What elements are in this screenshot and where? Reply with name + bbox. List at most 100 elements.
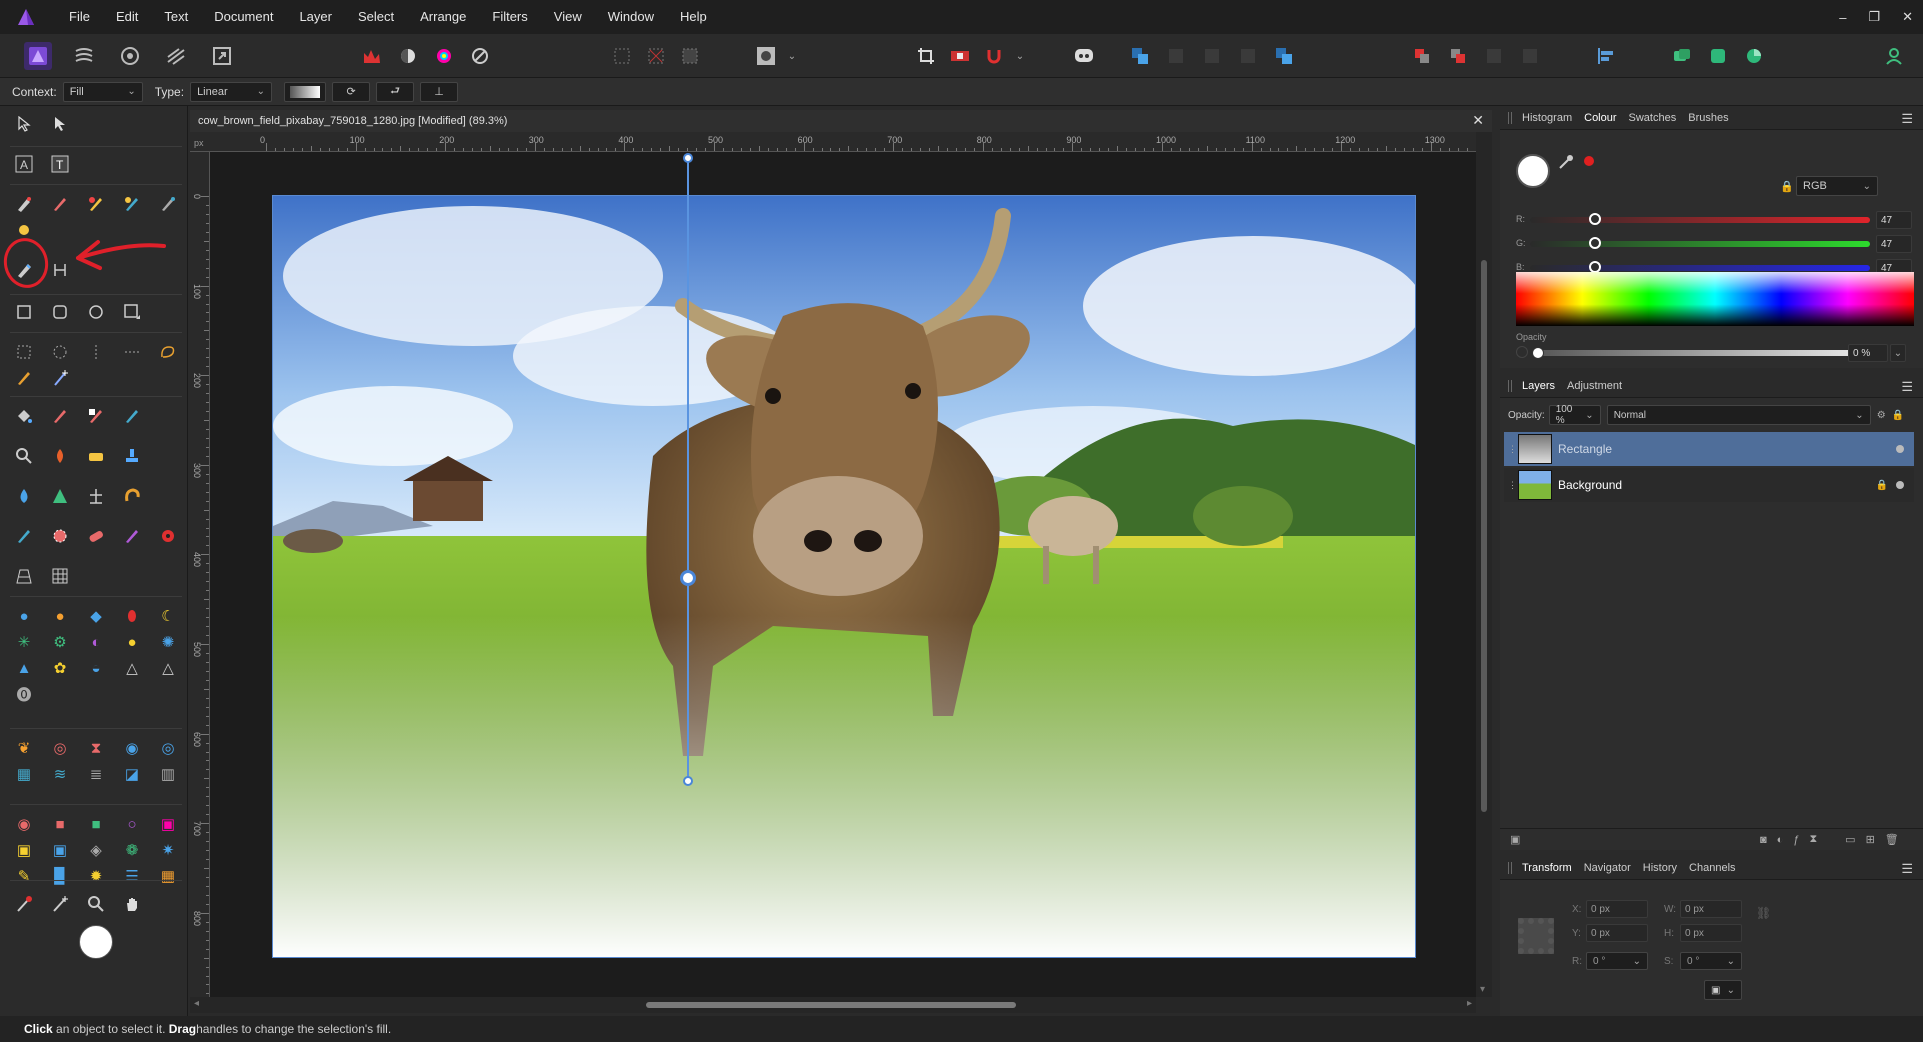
channel-value-field[interactable]: 47 [1876, 235, 1912, 253]
frame-text-tool-icon[interactable]: T [46, 150, 74, 178]
shear-field[interactable]: 0 ° [1680, 952, 1742, 970]
rectangle-tool-icon[interactable] [10, 298, 38, 326]
type-dropdown[interactable]: Linear [190, 81, 273, 102]
menu-filters[interactable]: Filters [479, 0, 540, 34]
layer-visibility-icon[interactable] [1896, 481, 1904, 489]
tab-transform[interactable]: Transform [1522, 862, 1572, 874]
layer-lock-icon[interactable]: 🔒 [1892, 410, 1904, 421]
rounded-rectangle-tool-icon[interactable] [46, 298, 74, 326]
panel-grip-icon[interactable] [1508, 862, 1512, 874]
lines-tool-icon[interactable]: ≣ [82, 760, 110, 788]
w-field[interactable]: 0 px [1680, 900, 1742, 918]
gradient-position-button[interactable]: ⊥ [420, 81, 459, 102]
rotation-field[interactable]: 0 ° [1586, 952, 1648, 970]
fill-colour-well[interactable] [1516, 154, 1550, 188]
auto-adjust-icon[interactable] [466, 42, 494, 70]
tab-history[interactable]: History [1643, 862, 1677, 874]
tab-brushes[interactable]: Brushes [1688, 112, 1728, 124]
studio-presets-icon[interactable] [1668, 42, 1696, 70]
wave-tool-icon[interactable]: ≋ [46, 760, 74, 788]
erase-brush-icon[interactable] [46, 402, 74, 430]
red-eye-removal-icon[interactable] [154, 522, 182, 550]
box-tool-icon[interactable]: ▣ [46, 836, 74, 864]
sharpen-brush-icon[interactable] [46, 482, 74, 510]
tear-tool-icon[interactable]: ▲ [10, 654, 38, 682]
gradient-start-handle[interactable] [683, 153, 693, 163]
artistic-text-tool-icon[interactable]: A [10, 150, 38, 178]
colour-spectrum[interactable] [1516, 272, 1914, 326]
layer-visibility-icon[interactable] [1896, 445, 1904, 453]
insert-bottom-icon[interactable] [1516, 42, 1544, 70]
lock-icon[interactable]: 🔒 [1780, 180, 1794, 193]
flood-fill-icon[interactable] [10, 402, 38, 430]
menu-help[interactable]: Help [667, 0, 720, 34]
menu-layer[interactable]: Layer [286, 0, 345, 34]
opacity-slider[interactable] [1532, 347, 1872, 359]
drop-tool-icon[interactable]: ◒ [82, 654, 110, 682]
canvas-area[interactable] [210, 152, 1476, 997]
red-eye-tool-icon[interactable] [118, 522, 146, 550]
arrow-tool-icon[interactable]: ⓿ [10, 680, 38, 708]
delete-layer-icon[interactable]: 🗑 [1885, 833, 1899, 846]
clone-tool-icon[interactable] [118, 442, 146, 470]
menu-arrange[interactable]: Arrange [407, 0, 479, 34]
sponge-tool-icon[interactable] [82, 442, 110, 470]
arrange-backward-icon[interactable] [1198, 42, 1226, 70]
rings-tool-icon[interactable]: ◉ [118, 734, 146, 762]
shape-tool-icon[interactable] [118, 298, 146, 326]
quick-mask-icon[interactable] [752, 42, 780, 70]
scroll-down-icon[interactable]: ▾ [1480, 984, 1485, 995]
photo-cow-field[interactable] [272, 195, 1416, 958]
vertical-scroll-thumb[interactable] [1481, 260, 1487, 812]
frame-tool-icon[interactable]: ▣ [154, 810, 182, 838]
square-tool-icon[interactable]: ■ [46, 810, 74, 838]
check-tool-icon[interactable]: ▥ [154, 760, 182, 788]
panel-grip-icon[interactable] [1508, 380, 1512, 392]
colour-swatch[interactable] [78, 924, 114, 960]
tab-swatches[interactable]: Swatches [1629, 112, 1677, 124]
arrange-front-icon[interactable] [1126, 42, 1154, 70]
mesh-warp-icon[interactable] [46, 562, 74, 590]
colour-replacement-icon[interactable] [82, 190, 110, 218]
view-tool-icon[interactable] [46, 110, 74, 138]
donut-tool-icon[interactable]: ● [10, 602, 38, 630]
background-erase-icon[interactable] [82, 402, 110, 430]
patch-tool-icon[interactable] [82, 522, 110, 550]
blend-mode-dropdown[interactable]: Normal [1606, 405, 1871, 425]
boolean-icon[interactable] [1270, 42, 1298, 70]
layer-mask-icon[interactable]: ▣ [1510, 833, 1520, 846]
horizontal-scrollbar[interactable]: ◂ ▸ [190, 997, 1476, 1013]
inpainting-brush-icon[interactable] [10, 522, 38, 550]
layer-opacity-dropdown[interactable]: 100 % [1548, 404, 1601, 426]
menu-edit[interactable]: Edit [103, 0, 151, 34]
deselect-icon[interactable] [642, 42, 670, 70]
target-tool-icon[interactable]: ◎ [154, 734, 182, 762]
flower-tool-icon[interactable]: ✿ [46, 654, 74, 682]
triangle-tool-icon[interactable]: △ [118, 654, 146, 682]
layer-row-rectangle[interactable]: ⋮ Rectangle [1504, 432, 1914, 466]
perspective-tool-icon[interactable] [10, 562, 38, 590]
flood-erase-icon[interactable] [118, 402, 146, 430]
scroll-left-icon[interactable]: ◂ [194, 998, 199, 1009]
grid-tool-icon[interactable]: ▦ [10, 760, 38, 788]
arrange-forward-icon[interactable] [1162, 42, 1190, 70]
burn-tool-icon[interactable] [46, 442, 74, 470]
assistant-icon[interactable] [1070, 42, 1098, 70]
arrange-back-icon[interactable] [1234, 42, 1262, 70]
eyedropper-icon[interactable] [1558, 154, 1574, 173]
menu-view[interactable]: View [541, 0, 595, 34]
stroke-colour-well[interactable] [1584, 156, 1594, 166]
menu-select[interactable]: Select [345, 0, 407, 34]
pie-chart-icon[interactable] [1740, 42, 1768, 70]
close-window-button[interactable]: ✕ [1902, 9, 1913, 25]
tab-colour[interactable]: Colour [1584, 112, 1616, 124]
layer-expand-icon[interactable]: ⋮ [1508, 444, 1517, 455]
book-tool-icon[interactable]: ▉ [46, 862, 74, 890]
gradient-midpoint-handle[interactable] [680, 570, 696, 586]
tab-adjustment[interactable]: Adjustment [1567, 380, 1622, 392]
rectangular-marquee-icon[interactable] [10, 338, 38, 366]
layer-expand-icon[interactable]: ⋮ [1508, 480, 1517, 491]
pen-tool-icon[interactable] [10, 190, 38, 218]
tab-channels[interactable]: Channels [1689, 862, 1735, 874]
invert-selection-icon[interactable] [676, 42, 704, 70]
